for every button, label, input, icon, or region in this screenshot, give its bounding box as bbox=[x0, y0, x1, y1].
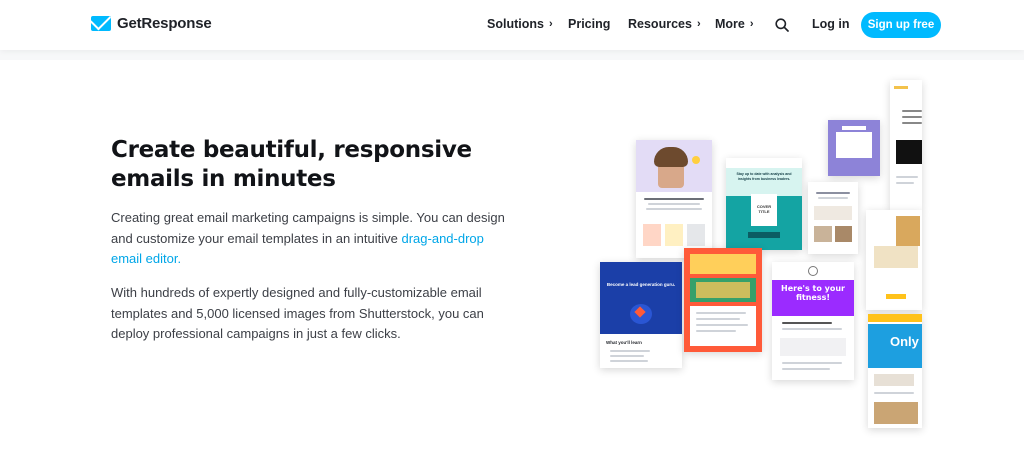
tile bbox=[687, 224, 705, 246]
nav-solutions[interactable]: Solutions › bbox=[487, 17, 553, 31]
template-card-fitness bbox=[636, 140, 712, 258]
site-header: GetResponse Solutions › Pricing Resource… bbox=[0, 0, 1024, 50]
template-card-heres: Here's to your fitness! bbox=[772, 262, 854, 380]
tile bbox=[665, 224, 683, 246]
nav-pricing-label: Pricing bbox=[568, 17, 611, 31]
heres-text: Here's to your fitness! bbox=[781, 284, 845, 302]
template-card-recipe bbox=[808, 182, 858, 254]
lead-gen-title: Become a lead generation guru. bbox=[606, 282, 676, 287]
decor-dot bbox=[692, 156, 700, 164]
cover-title: COVER TITLE bbox=[751, 194, 777, 226]
header-shadow-band bbox=[0, 50, 1024, 60]
template-card-purple bbox=[828, 120, 880, 176]
chevron-right-icon: › bbox=[548, 18, 553, 30]
hero-title: Create beautiful, responsive emails in m… bbox=[111, 137, 472, 192]
tile bbox=[643, 224, 661, 246]
lead-gen-learn: What you'll learn bbox=[606, 340, 642, 345]
login-link[interactable]: Log in bbox=[812, 17, 850, 31]
nav-solutions-label: Solutions bbox=[487, 17, 544, 31]
hero-paragraph-2: With hundreds of expertly designed and f… bbox=[111, 285, 484, 341]
template-card-legal bbox=[890, 80, 922, 210]
template-card-weight bbox=[866, 210, 922, 310]
sign-up-free-button[interactable]: Sign up free bbox=[861, 12, 941, 38]
search-icon[interactable] bbox=[775, 18, 789, 32]
envelope-logo-icon bbox=[91, 16, 111, 31]
template-card-business: Stay up to date with analysis and insigh… bbox=[726, 158, 802, 250]
nav-resources-label: Resources bbox=[628, 17, 692, 31]
brand-name: GetResponse bbox=[117, 15, 212, 32]
cta bbox=[748, 232, 780, 238]
hair bbox=[654, 147, 688, 167]
hero-paragraph-1: Creating great email marketing campaigns… bbox=[111, 208, 511, 270]
nav-resources[interactable]: Resources › bbox=[628, 17, 701, 31]
nav-more[interactable]: More › bbox=[715, 17, 754, 31]
template-card-lead-gen: Become a lead generation guru. What you'… bbox=[600, 262, 682, 368]
nav-more-label: More bbox=[715, 17, 745, 31]
template-card-only: Only bbox=[868, 314, 922, 428]
brand-logo[interactable]: GetResponse bbox=[91, 15, 212, 32]
chevron-right-icon: › bbox=[749, 18, 754, 30]
template-card-event bbox=[684, 248, 762, 352]
nav-pricing[interactable]: Pricing bbox=[568, 17, 610, 31]
chevron-right-icon: › bbox=[696, 18, 701, 30]
only-text: Only bbox=[890, 334, 919, 349]
business-title: Stay up to date with analysis and insigh… bbox=[736, 172, 792, 181]
